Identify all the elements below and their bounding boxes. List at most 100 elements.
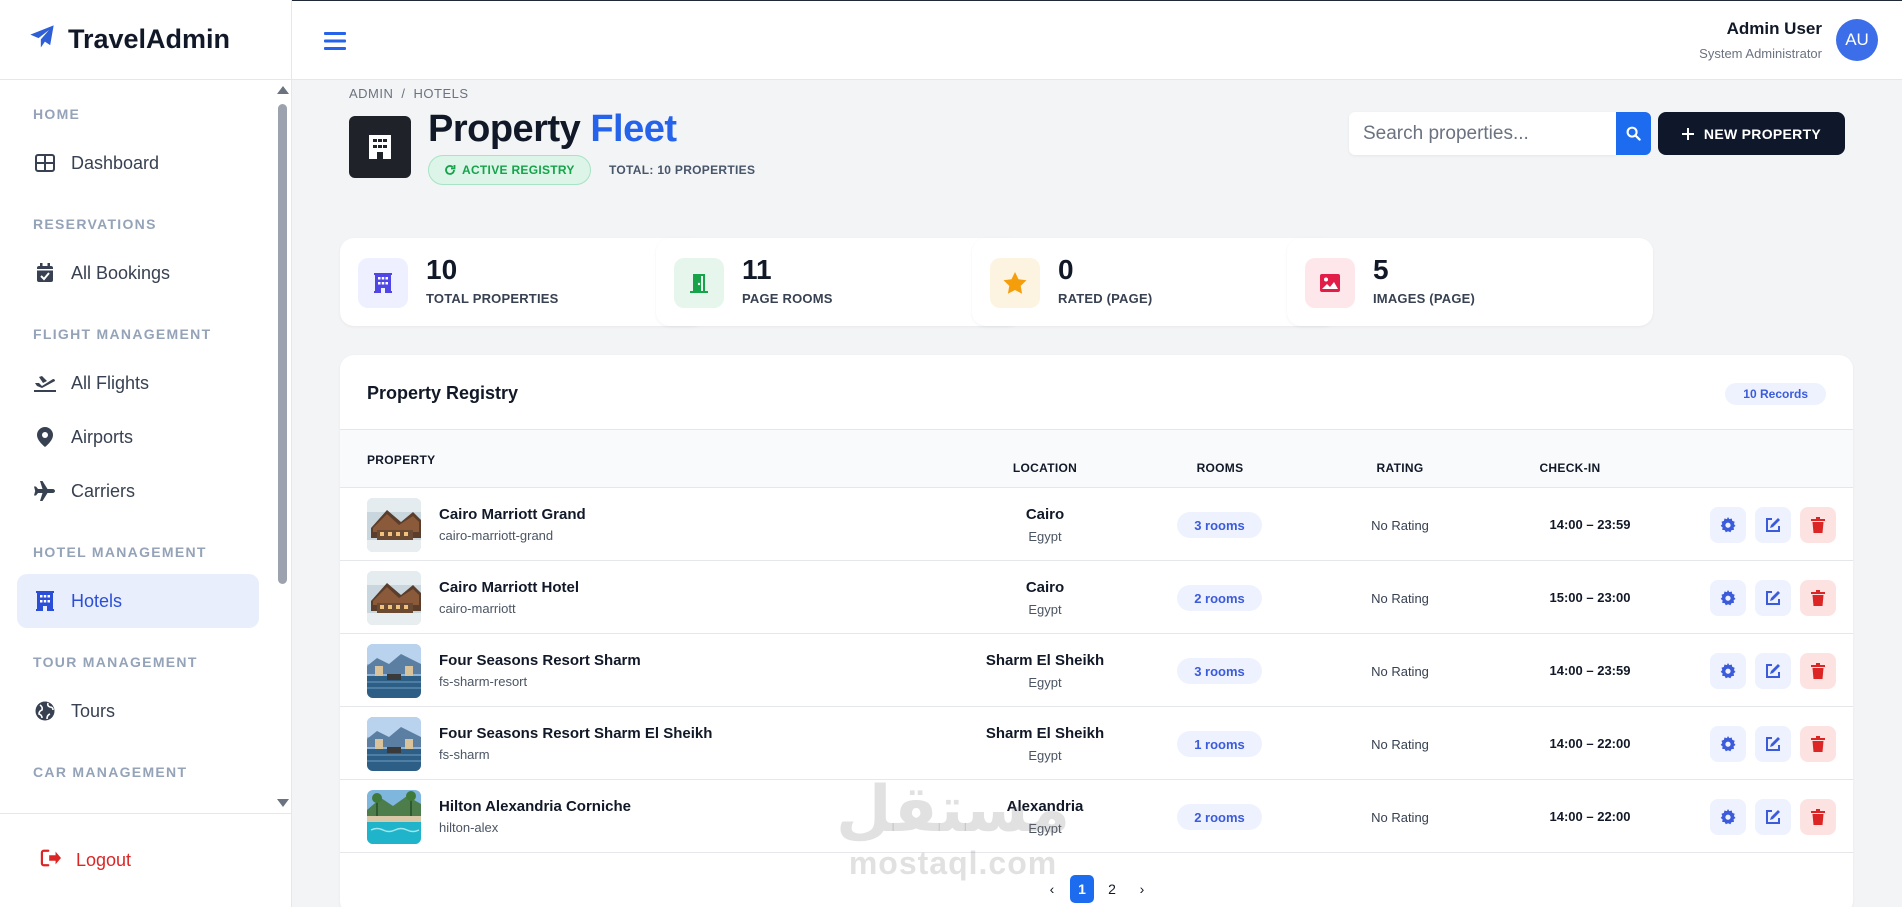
table-row[interactable]: Cairo Marriott Grand cairo-marriott-gran…	[340, 488, 1853, 561]
sidebar-item-hotels[interactable]: Hotels	[17, 574, 259, 628]
scroll-up-arrow-icon[interactable]	[277, 86, 289, 94]
column-header-rating[interactable]: RATING	[1340, 461, 1460, 475]
property-name[interactable]: Cairo Marriott Hotel	[439, 579, 579, 596]
pagination-next-button[interactable]: ›	[1130, 875, 1154, 903]
property-slug: fs-sharm-resort	[439, 674, 528, 689]
logout-label: Logout	[76, 850, 132, 870]
edit-button[interactable]	[1755, 653, 1791, 689]
column-header-rooms[interactable]: ROOMS	[1160, 461, 1280, 475]
building-icon	[349, 116, 411, 178]
stat-card-page-rooms: 11 PAGE ROOMS	[656, 238, 1022, 326]
sidebar: TravelAdmin HOME Dashboard RESERVATIONS All…	[0, 0, 292, 907]
sidebar-section-title: CAR MANAGEMENT	[33, 764, 188, 780]
property-name[interactable]: Hilton Alexandria Corniche	[439, 798, 631, 815]
edit-icon	[1766, 737, 1780, 751]
sidebar-item-airports[interactable]: Airports	[17, 410, 259, 464]
logout-button[interactable]: Logout	[0, 813, 292, 907]
registry-header: Property Registry 10 Records	[340, 355, 1853, 430]
sidebar-item-label: All Bookings	[71, 262, 171, 283]
scroll-down-arrow-icon[interactable]	[277, 799, 289, 807]
image-icon	[1305, 258, 1355, 308]
table-row[interactable]: Hilton Alexandria Corniche hilton-alex A…	[340, 780, 1853, 853]
search-button[interactable]	[1616, 112, 1651, 155]
stat-card-images-page: 5 IMAGES (PAGE)	[1287, 238, 1653, 326]
delete-button[interactable]	[1800, 726, 1836, 762]
sidebar-item-tours[interactable]: Tours	[17, 684, 259, 738]
stat-card-rated-page: 0 RATED (PAGE)	[972, 238, 1338, 326]
menu-toggle-icon[interactable]	[324, 31, 346, 56]
sidebar-nav[interactable]: HOME Dashboard RESERVATIONS All Bookings FLI…	[0, 80, 292, 813]
column-header-property[interactable]: PROPERTY	[367, 453, 435, 467]
configure-button[interactable]	[1710, 653, 1746, 689]
table-row[interactable]: Four Seasons Resort Sharm El Sheikh fs-s…	[340, 707, 1853, 780]
column-header-location[interactable]: LOCATION	[940, 461, 1150, 475]
location-country: Egypt	[1028, 748, 1062, 763]
sidebar-item-carriers[interactable]: Carriers	[17, 464, 259, 518]
edit-icon	[1766, 664, 1780, 678]
rating-value: No Rating	[1371, 810, 1429, 825]
delete-button[interactable]	[1800, 653, 1836, 689]
scroll-thumb[interactable]	[278, 104, 287, 584]
table-row[interactable]: Cairo Marriott Hotel cairo-marriott Cair…	[340, 561, 1853, 634]
rooms-badge[interactable]: 1 rooms	[1177, 731, 1262, 757]
user-role: System Administrator	[1699, 46, 1822, 61]
property-name[interactable]: Four Seasons Resort Sharm El Sheikh	[439, 725, 712, 742]
sidebar-item-dashboard[interactable]: Dashboard	[17, 136, 259, 190]
location-country: Egypt	[1028, 602, 1062, 617]
column-header-checkin[interactable]: CHECK-IN	[1510, 461, 1630, 475]
rooms-badge[interactable]: 3 rooms	[1177, 512, 1262, 538]
edit-button[interactable]	[1755, 580, 1791, 616]
gear-icon	[1720, 590, 1736, 606]
rooms-badge[interactable]: 2 rooms	[1177, 804, 1262, 830]
sidebar-item-label: Carriers	[71, 480, 136, 501]
hotel-icon	[33, 591, 57, 611]
refresh-icon	[445, 165, 456, 175]
brand[interactable]: TravelAdmin	[0, 0, 291, 80]
delete-button[interactable]	[1800, 799, 1836, 835]
sidebar-item-all-flights[interactable]: All Flights	[17, 356, 259, 410]
avatar[interactable]: AU	[1836, 19, 1878, 61]
edit-button[interactable]	[1755, 507, 1791, 543]
stat-value: 5	[1373, 254, 1389, 285]
dashboard-icon	[33, 154, 57, 172]
table-row[interactable]: Four Seasons Resort Sharm fs-sharm-resor…	[340, 634, 1853, 707]
property-slug: fs-sharm	[439, 747, 490, 762]
sidebar-item-all-bookings[interactable]: All Bookings	[17, 246, 259, 300]
watermark-text: mostaql.com	[848, 845, 1058, 881]
page-title-main: Property	[428, 108, 581, 150]
sidebar-section-title: FLIGHT MANAGEMENT	[33, 326, 212, 342]
new-property-button[interactable]: NEW PROPERTY	[1658, 112, 1845, 155]
property-name[interactable]: Four Seasons Resort Sharm	[439, 652, 641, 669]
configure-button[interactable]	[1710, 580, 1746, 616]
sidebar-section-title: RESERVATIONS	[33, 216, 157, 232]
pagination-page-1[interactable]: 1	[1070, 875, 1094, 903]
configure-button[interactable]	[1710, 799, 1746, 835]
user-info[interactable]: Admin User System Administrator	[1699, 19, 1822, 61]
status-badge: ACTIVE REGISTRY	[428, 155, 591, 185]
rooms-badge[interactable]: 3 rooms	[1177, 658, 1262, 684]
edit-button[interactable]	[1755, 726, 1791, 762]
status-badge-label: ACTIVE REGISTRY	[462, 163, 575, 177]
edit-button[interactable]	[1755, 799, 1791, 835]
search-input[interactable]	[1349, 112, 1616, 155]
configure-button[interactable]	[1710, 507, 1746, 543]
configure-button[interactable]	[1710, 726, 1746, 762]
watermark: مستقل mostaql.com	[836, 775, 1070, 882]
stat-label: IMAGES (PAGE)	[1373, 291, 1476, 306]
rating-value: No Rating	[1371, 737, 1429, 752]
breadcrumb: ADMIN / HOTELS	[349, 86, 469, 101]
rooms-badge[interactable]: 2 rooms	[1177, 585, 1262, 611]
property-name[interactable]: Cairo Marriott Grand	[439, 506, 586, 523]
property-slug: cairo-marriott	[439, 601, 516, 616]
sidebar-scrollbar[interactable]	[275, 80, 289, 813]
location-city: Sharm El Sheikh	[985, 652, 1105, 669]
stat-label: PAGE ROOMS	[742, 291, 833, 306]
trash-icon	[1811, 517, 1825, 533]
delete-button[interactable]	[1800, 507, 1836, 543]
delete-button[interactable]	[1800, 580, 1836, 616]
watermark-logo: مستقل	[836, 773, 1071, 847]
breadcrumb-admin[interactable]: ADMIN	[349, 86, 393, 101]
location-city: Cairo	[1025, 579, 1065, 596]
pagination-page-2[interactable]: 2	[1100, 875, 1124, 903]
pagination-prev-button[interactable]: ‹	[1040, 875, 1064, 903]
